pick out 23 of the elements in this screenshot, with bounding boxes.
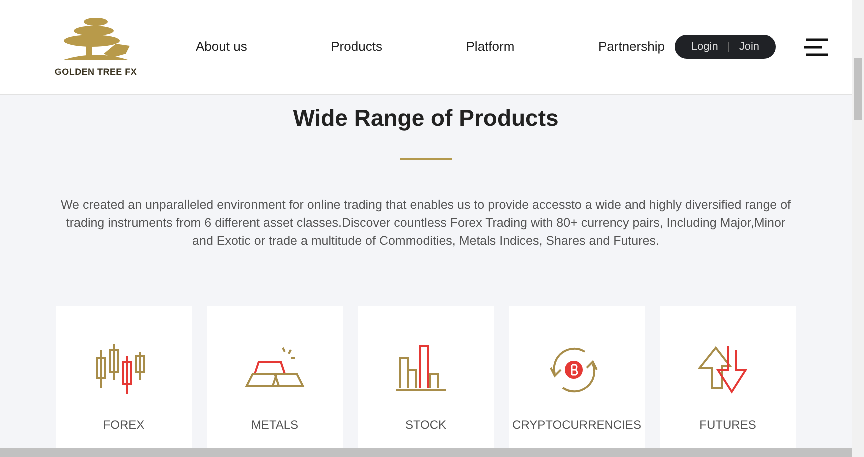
product-card[interactable]: FUTURES [660,306,796,450]
section-title: Wide Range of Products [293,104,559,133]
product-label: STOCK [405,416,447,434]
product-label: FOREX [103,416,145,434]
product-card[interactable]: METALS [207,306,343,450]
product-label: FUTURES [700,416,756,434]
login-link[interactable]: Login [691,38,718,56]
section-description: We created an unparalleled environment for online trading that enables us to provide accessto a wide and highly diversified range of trading instruments from 6 different asset classes.Discover countless Forex Trading with 80+ currency pairs, Including Major,Minor and Exotic or trade a multitude of Commodities, Metals Indices, Shares and Futures. [60,196,792,250]
horizontal-scrollbar[interactable] [0,448,852,457]
product-card[interactable]: CRYPTOCURRENCIES [509,306,645,450]
product-label: CRYPTOCURRENCIES [512,416,642,434]
logo-text: GOLDEN TREE FX [54,66,138,80]
vertical-scrollbar[interactable] [852,0,864,457]
title-underline [400,158,452,160]
product-card[interactable]: STOCK [358,306,494,450]
menu-icon[interactable] [804,38,828,56]
nav-link[interactable]: Products [331,37,382,57]
nav-link[interactable]: About us [196,37,248,57]
product-card[interactable]: FOREX [56,306,192,450]
product-label: METALS [251,416,299,434]
nav-link[interactable]: Platform [466,37,515,57]
join-link[interactable]: Join [739,38,760,56]
nav-link[interactable]: Partnership [598,37,665,57]
